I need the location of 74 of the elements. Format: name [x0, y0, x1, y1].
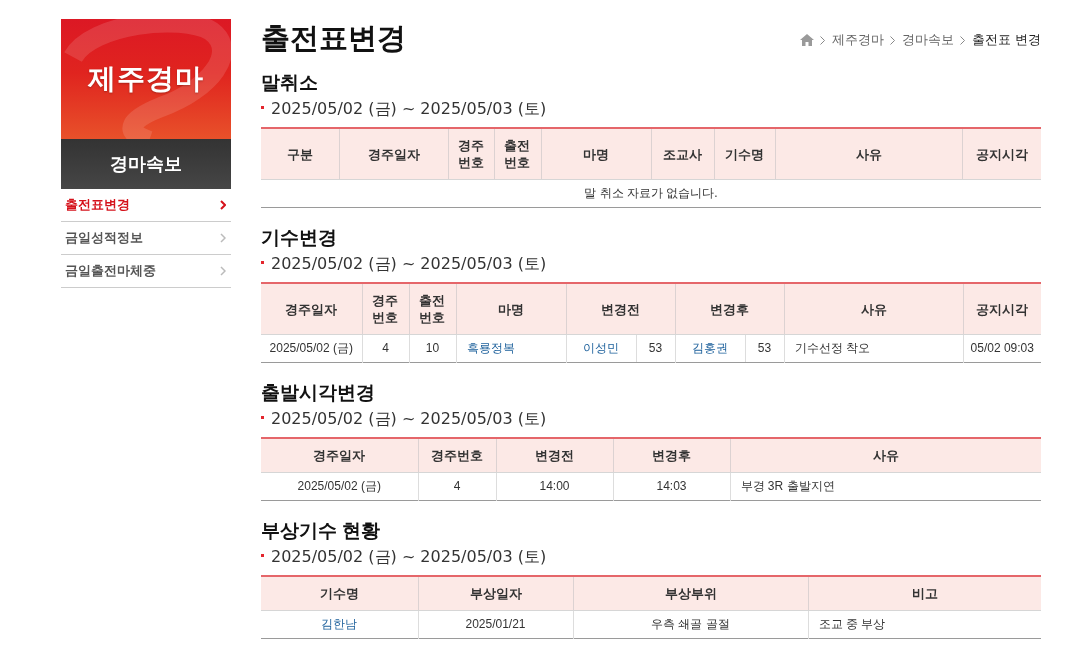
table-cell: 2025/05/02 (금) — [261, 334, 362, 363]
column-header: 경주일자 — [261, 438, 418, 473]
date-range: 2025/05/02 (금) ~ 2025/05/03 (토) — [271, 408, 547, 430]
bullet-icon — [261, 105, 264, 109]
column-header: 변경전 — [496, 438, 613, 473]
column-header: 공지시각 — [962, 128, 1041, 180]
chevron-right-icon — [960, 35, 966, 45]
date-range: 2025/05/02 (금) ~ 2025/05/03 (토) — [271, 98, 547, 120]
table-cell: 4 — [362, 334, 409, 363]
column-header: 마명 — [456, 283, 566, 335]
column-header: 경주일자 — [339, 128, 448, 180]
breadcrumb-link[interactable]: 출전표 변경 — [972, 31, 1041, 49]
column-header: 경주번호 — [418, 438, 496, 473]
empty-message: 말 취소 자료가 없습니다. — [261, 179, 1041, 208]
home-icon[interactable] — [800, 34, 815, 46]
table-cell: 부경 3R 출발지연 — [730, 472, 1041, 501]
column-header: 조교사 — [651, 128, 714, 180]
chevron-right-icon — [220, 233, 226, 243]
page-title: 출전표변경 — [261, 21, 406, 56]
column-header: 출전번호 — [494, 128, 541, 180]
column-header: 사유 — [784, 283, 963, 335]
table-cell: 14:00 — [496, 472, 613, 501]
name-link[interactable]: 이성민 — [583, 340, 619, 357]
table-cell: 53 — [744, 335, 784, 362]
column-header: 기수명 — [261, 576, 418, 611]
section-heading: 출발시각변경 — [261, 381, 375, 405]
column-header: 부상일자 — [418, 576, 573, 611]
bullet-icon — [261, 415, 264, 419]
chevron-right-icon — [220, 266, 226, 276]
bullet-icon — [261, 260, 264, 264]
table-cell: 14:03 — [613, 472, 730, 501]
name-link[interactable]: 김홍권 — [692, 340, 728, 357]
column-header: 공지시각 — [963, 283, 1041, 335]
table-cell: 10 — [409, 334, 456, 363]
bullet-icon — [261, 553, 264, 557]
date-range: 2025/05/02 (금) ~ 2025/05/03 (토) — [271, 546, 547, 568]
chevron-right-icon — [890, 35, 896, 45]
column-header: 변경후 — [613, 438, 730, 473]
section-heading: 부상기수 현황 — [261, 519, 381, 543]
column-header: 경주일자 — [261, 283, 362, 335]
name-link[interactable]: 김한남 — [321, 617, 358, 631]
table-cell: 05/02 09:03 — [963, 334, 1041, 363]
chevron-right-icon — [220, 200, 226, 210]
name-link[interactable]: 흑룡정복 — [466, 341, 515, 355]
column-header: 경주번호 — [448, 128, 494, 180]
column-header: 사유 — [730, 438, 1041, 473]
column-header: 경주번호 — [362, 283, 409, 335]
column-header: 변경전 — [566, 283, 675, 335]
column-header: 부상부위 — [573, 576, 808, 611]
section-heading: 기수변경 — [261, 226, 337, 250]
column-header: 출전번호 — [409, 283, 456, 335]
column-header: 사유 — [775, 128, 962, 180]
breadcrumb-link[interactable]: 제주경마 — [832, 31, 885, 49]
logo-text: 제주경마 — [88, 62, 204, 96]
sidebar-menu-item[interactable]: 출전표변경 — [61, 189, 231, 222]
section-heading: 말취소 — [261, 71, 318, 95]
table-cell: 53 — [635, 335, 675, 362]
table-cell: 2025/05/02 (금) — [261, 472, 418, 501]
column-header: 비고 — [808, 576, 1041, 611]
chevron-right-icon — [820, 35, 826, 45]
sidebar-section-title: 경마속보 — [61, 139, 231, 189]
table-cell: 2025/01/21 — [418, 610, 573, 639]
column-header: 마명 — [541, 128, 651, 180]
table-cell: 조교 중 부상 — [808, 610, 1041, 639]
column-header: 구분 — [261, 128, 339, 180]
date-range: 2025/05/02 (금) ~ 2025/05/03 (토) — [271, 253, 547, 275]
column-header: 기수명 — [714, 128, 775, 180]
table-cell: 4 — [418, 472, 496, 501]
column-header: 변경후 — [675, 283, 784, 335]
breadcrumb-link[interactable]: 경마속보 — [902, 31, 955, 49]
table-cell: 우측 쇄골 골절 — [573, 610, 808, 639]
table-cell: 기수선정 착오 — [784, 334, 963, 363]
sidebar-menu-item[interactable]: 금일출전마체중 — [61, 255, 231, 288]
sidebar-menu-item[interactable]: 금일성적정보 — [61, 222, 231, 255]
